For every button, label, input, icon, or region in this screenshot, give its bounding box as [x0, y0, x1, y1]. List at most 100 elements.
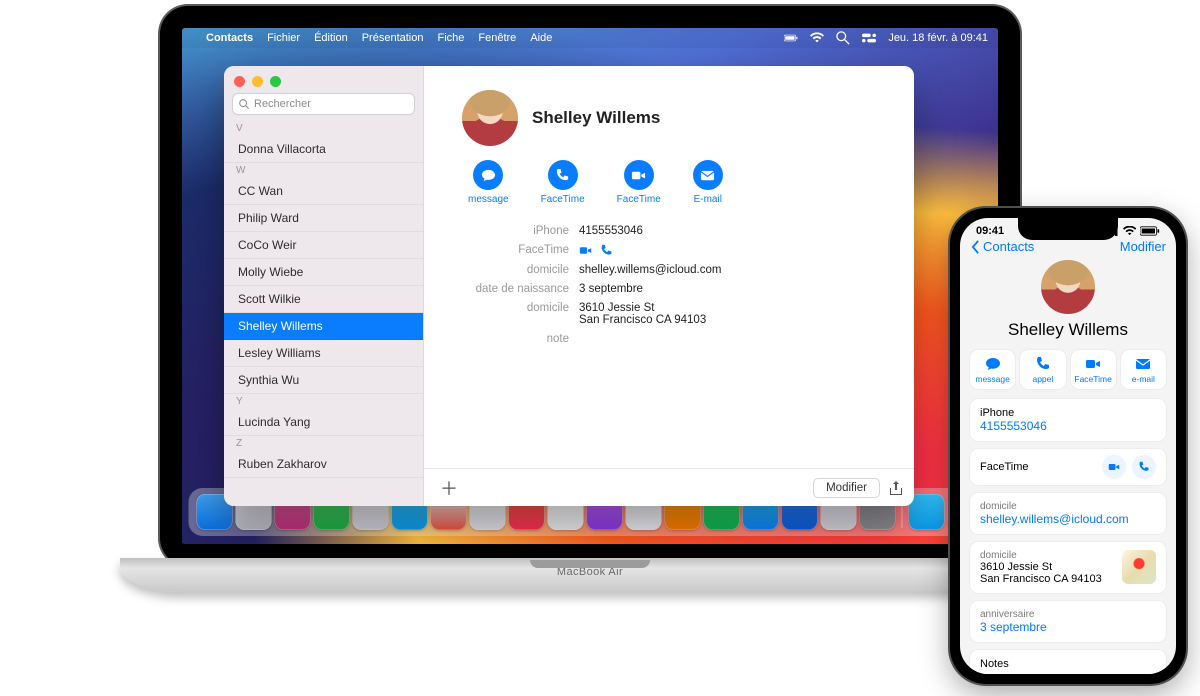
action-message[interactable]: message	[468, 160, 509, 205]
video-icon	[579, 244, 592, 257]
contact-name: Shelley Willems	[532, 108, 660, 128]
field-label: iPhone	[424, 225, 579, 237]
list-item[interactable]: Scott Wilkie	[224, 286, 423, 313]
menu-help[interactable]: Aide	[530, 32, 552, 44]
contact-field: domicile3610 Jessie StSan Francisco CA 9…	[424, 298, 890, 329]
field-value[interactable]: 3610 Jessie StSan Francisco CA 94103	[579, 302, 890, 326]
list-item[interactable]: Ruben Zakharov	[224, 451, 423, 478]
card-email[interactable]: domicile shelley.willems@icloud.com	[970, 493, 1166, 534]
menubar-app[interactable]: Contacts	[206, 32, 253, 44]
window-controls	[224, 66, 423, 93]
message-icon	[481, 168, 496, 183]
iphone-actions: message appel FaceTime e-mail	[960, 350, 1176, 399]
avatar[interactable]	[462, 90, 518, 146]
facetime-audio-button[interactable]	[1132, 455, 1156, 479]
modify-button[interactable]: Modifier	[813, 478, 880, 498]
chevron-left-icon	[970, 240, 981, 254]
card-phone[interactable]: iPhone 4155553046	[970, 399, 1166, 441]
chip-message[interactable]: message	[970, 350, 1015, 389]
search-input[interactable]: Rechercher	[232, 93, 415, 115]
list-item[interactable]: CC Wan	[224, 178, 423, 205]
add-button[interactable]: ＋	[434, 475, 464, 501]
contact-field: date de naissance3 septembre	[424, 279, 890, 298]
list-section-header: Z	[224, 436, 423, 451]
phone-icon	[555, 168, 570, 183]
action-email[interactable]: E-mail	[693, 160, 723, 205]
iphone-contact-header: Shelley Willems	[960, 256, 1176, 350]
chip-email[interactable]: e-mail	[1121, 350, 1166, 389]
iphone-cards: iPhone 4155553046 FaceTime domicile shel…	[960, 399, 1176, 674]
menu-file[interactable]: Fichier	[267, 32, 300, 44]
message-icon	[985, 356, 1001, 372]
wifi-icon	[1123, 226, 1136, 236]
contact-field: iPhone4155553046	[424, 221, 890, 240]
minimize-button[interactable]	[252, 76, 263, 87]
video-icon	[1108, 461, 1120, 473]
contact-name: Shelley Willems	[1008, 320, 1128, 340]
card-notes[interactable]: Notes	[970, 650, 1166, 674]
menu-card[interactable]: Fiche	[437, 32, 464, 44]
field-label: date de naissance	[424, 283, 579, 295]
field-value[interactable]	[579, 244, 890, 257]
field-label: FaceTime	[424, 244, 579, 256]
field-value[interactable]: shelley.willems@icloud.com	[579, 264, 890, 276]
card-address[interactable]: domicile 3610 Jessie St San Francisco CA…	[970, 542, 1166, 593]
field-value[interactable]: 4155553046	[579, 225, 890, 237]
contacts-sidebar: Rechercher VDonna VillacortaWCC WanPhili…	[224, 66, 424, 506]
contacts-list[interactable]: VDonna VillacortaWCC WanPhilip WardCoCo …	[224, 121, 423, 506]
wifi-icon[interactable]	[810, 31, 824, 45]
mail-icon	[700, 168, 715, 183]
card-facetime[interactable]: FaceTime	[970, 449, 1166, 485]
action-facetime-video[interactable]: FaceTime	[617, 160, 661, 205]
menu-edit[interactable]: Édition	[314, 32, 348, 44]
iphone: 09:41 Contacts Modifier Shelley Willems …	[950, 208, 1186, 684]
card-birthday[interactable]: anniversaire 3 septembre	[970, 601, 1166, 642]
list-section-header: W	[224, 163, 423, 178]
map-pin-icon[interactable]	[1122, 550, 1156, 584]
contact-field: FaceTime	[424, 240, 890, 260]
list-item[interactable]: Philip Ward	[224, 205, 423, 232]
list-item[interactable]: Lesley Williams	[224, 340, 423, 367]
contact-field: domicileshelley.willems@icloud.com	[424, 260, 890, 279]
control-center-icon[interactable]	[862, 31, 876, 45]
field-value[interactable]: 3 septembre	[579, 283, 890, 295]
list-item[interactable]: Shelley Willems	[224, 313, 423, 340]
menubar: Contacts Fichier Édition Présentation Fi…	[182, 28, 998, 48]
menubar-datetime[interactable]: Jeu. 18 févr. à 09:41	[888, 32, 988, 44]
facetime-video-button[interactable]	[1102, 455, 1126, 479]
action-facetime-audio[interactable]: FaceTime	[541, 160, 585, 205]
contact-footer: ＋ Modifier	[424, 468, 914, 506]
list-section-header: V	[224, 121, 423, 136]
phone-icon	[1138, 461, 1150, 473]
avatar[interactable]	[1041, 260, 1095, 314]
list-item[interactable]: Molly Wiebe	[224, 259, 423, 286]
list-section-header: Y	[224, 394, 423, 409]
list-item[interactable]: Synthia Wu	[224, 367, 423, 394]
maximize-button[interactable]	[270, 76, 281, 87]
battery-icon	[1140, 226, 1160, 236]
chip-facetime[interactable]: FaceTime	[1071, 350, 1116, 389]
contact-field: note	[424, 329, 890, 348]
chip-call[interactable]: appel	[1020, 350, 1065, 389]
phone-icon	[1035, 356, 1051, 372]
list-item[interactable]: CoCo Weir	[224, 232, 423, 259]
battery-icon	[784, 31, 798, 45]
field-label: note	[424, 333, 579, 345]
menu-window[interactable]: Fenêtre	[478, 32, 516, 44]
menu-view[interactable]: Présentation	[362, 32, 424, 44]
share-icon[interactable]	[888, 480, 904, 496]
list-item[interactable]: Lucinda Yang	[224, 409, 423, 436]
edit-button[interactable]: Modifier	[1120, 239, 1166, 254]
list-item[interactable]: Donna Villacorta	[224, 136, 423, 163]
field-label: domicile	[424, 264, 579, 276]
video-icon	[631, 168, 646, 183]
macbook: Contacts Fichier Édition Présentation Fi…	[120, 0, 1060, 640]
contact-actions: message FaceTime FaceTime E-mail	[424, 158, 914, 219]
mail-icon	[1135, 356, 1151, 372]
back-button[interactable]: Contacts	[970, 239, 1034, 254]
iphone-notch	[1018, 218, 1118, 240]
search-placeholder: Rechercher	[254, 98, 311, 110]
close-button[interactable]	[234, 76, 245, 87]
spotlight-icon[interactable]	[836, 31, 850, 45]
iphone-nav: Contacts Modifier	[960, 238, 1176, 256]
